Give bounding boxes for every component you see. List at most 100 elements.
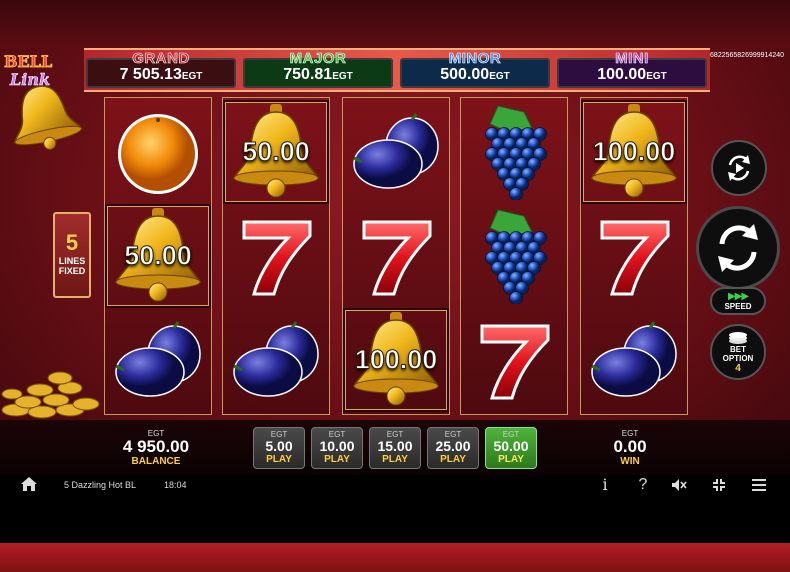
- jackpot-minor-name: MINOR: [448, 50, 502, 68]
- bet-amount: 15.00: [377, 438, 413, 454]
- help-icon[interactable]: ?: [634, 476, 652, 494]
- lines-fixed-badge: 5 LINES FIXED: [53, 212, 91, 298]
- jackpot-minor-value: 500.00EGT: [402, 66, 548, 84]
- jackpot-major-amount: 750.81: [283, 66, 333, 83]
- jackpot-grand-name: GRAND: [132, 50, 190, 68]
- grapes-symbol: [485, 209, 547, 304]
- bet-amount: 10.00: [319, 438, 355, 454]
- autoplay-button[interactable]: [711, 140, 767, 196]
- reel-3: 100.00: [342, 97, 450, 415]
- bet-option-label-2: OPTION: [722, 353, 754, 363]
- jackpot-mini: MINI 100.00EGT: [557, 50, 707, 88]
- home-icon[interactable]: [20, 475, 38, 493]
- reel-cell: [223, 204, 329, 308]
- bet-play-label: PLAY: [324, 454, 350, 465]
- autoplay-icon: [728, 155, 750, 181]
- coin-pile-icon: [1, 371, 100, 419]
- jackpot-minor-amount: 500.00: [440, 66, 490, 83]
- reel-4: [460, 97, 568, 415]
- lines-count: 5: [65, 230, 79, 255]
- reel-cell: 50.00: [223, 100, 329, 204]
- spin-button[interactable]: [696, 206, 780, 290]
- bell-value: 100.00: [592, 136, 676, 167]
- grapes-symbol: [485, 105, 547, 200]
- bell-value: 50.00: [242, 136, 311, 167]
- jackpot-grand-amount: 7 505.13: [119, 66, 182, 83]
- reel-cell: [461, 100, 567, 204]
- bet-option-label-1: BET: [730, 344, 746, 354]
- game-area: GRAND 7 505.13EGT MAJOR 750.81EGT MINOR …: [0, 0, 790, 475]
- chip-stack-icon: [729, 331, 747, 344]
- bet-button-5[interactable]: EGT 50.00 PLAY: [485, 427, 537, 469]
- jackpot-grand: GRAND 7 505.13EGT: [86, 50, 236, 88]
- bottom-strip: [0, 543, 790, 572]
- bet-option-button[interactable]: BET OPTION 4: [710, 324, 766, 380]
- speed-arrows-icon: ▶▶▶: [727, 291, 749, 302]
- logo-bell-icon: [14, 85, 83, 150]
- game-id: 6822565826999914240: [710, 52, 784, 59]
- balance-display: EGT 4 950.00 BALANCE: [110, 429, 202, 467]
- bell-value: 100.00: [354, 344, 438, 375]
- jackpot-grand-unit: EGT: [181, 71, 203, 82]
- bell-value: 50.00: [124, 240, 193, 271]
- bet-play-label: PLAY: [266, 454, 292, 465]
- reel-1: 50.00: [104, 97, 212, 415]
- info-icon[interactable]: i: [596, 476, 614, 494]
- reel-cell: 100.00: [343, 308, 449, 412]
- jackpot-minor-unit: EGT: [489, 71, 510, 82]
- clock: 18:04: [164, 480, 187, 490]
- reel-cell: [461, 308, 567, 412]
- reel-cell: [581, 308, 687, 412]
- plum-symbol: [233, 321, 319, 397]
- reel-5: 100.00: [580, 97, 688, 415]
- reel-cell: 100.00: [581, 100, 687, 204]
- balance-label: BALANCE: [131, 456, 181, 467]
- mute-icon[interactable]: [670, 476, 688, 494]
- jackpot-minor: MINOR 500.00EGT: [400, 50, 550, 88]
- speed-label: SPEED: [724, 302, 752, 311]
- bet-amount: 50.00: [493, 438, 529, 454]
- jackpot-mini-value: 100.00EGT: [559, 66, 705, 84]
- jackpot-mini-unit: EGT: [646, 71, 667, 82]
- reel-cell: [343, 100, 449, 204]
- bet-play-label: PLAY: [382, 454, 408, 465]
- reel-cell: [105, 100, 211, 204]
- fullscreen-icon[interactable]: [710, 476, 728, 494]
- win-label: WIN: [620, 456, 640, 467]
- plum-symbol: [115, 321, 201, 397]
- plum-symbol: [353, 113, 439, 189]
- reel-cell: 50.00: [105, 204, 211, 308]
- seven-symbol: [600, 220, 670, 296]
- jackpot-major: MAJOR 750.81EGT: [243, 50, 393, 88]
- reel-cell: [105, 308, 211, 412]
- bet-amount: 25.00: [435, 438, 471, 454]
- speed-button[interactable]: ▶▶▶ SPEED: [710, 287, 766, 315]
- bet-button-4[interactable]: EGT 25.00 PLAY: [427, 427, 479, 469]
- reel-cell: [343, 204, 449, 308]
- reel-2: 50.00: [222, 97, 330, 415]
- bet-button-1[interactable]: EGT 5.00 PLAY: [253, 427, 305, 469]
- reel-cell: [581, 204, 687, 308]
- plum-symbol: [591, 321, 677, 397]
- jackpot-major-unit: EGT: [332, 71, 353, 82]
- jackpot-mini-name: MINI: [615, 50, 649, 68]
- bet-button-3[interactable]: EGT 15.00 PLAY: [369, 427, 421, 469]
- menu-icon[interactable]: [750, 476, 768, 494]
- win-value: 0.00: [613, 437, 647, 456]
- seven-symbol: [242, 220, 312, 296]
- system-bar: 5 Dazzling Hot BL 18:04 i ?: [0, 475, 790, 495]
- bet-button-2[interactable]: EGT 10.00 PLAY: [311, 427, 363, 469]
- spin-icon: [718, 224, 758, 272]
- fixed-label: FIXED: [58, 266, 86, 276]
- bet-amount: 5.00: [265, 438, 293, 454]
- reel-cell: [223, 308, 329, 412]
- lines-label: LINES: [58, 256, 86, 266]
- orange-symbol: [118, 114, 198, 194]
- win-display: EGT 0.00 WIN: [600, 429, 660, 467]
- bet-option-value: 4: [735, 362, 741, 374]
- jackpot-major-name: MAJOR: [289, 50, 347, 68]
- game-name: 5 Dazzling Hot BL: [64, 480, 137, 490]
- bet-play-label: PLAY: [498, 454, 524, 465]
- bet-play-label: PLAY: [440, 454, 466, 465]
- jackpot-mini-amount: 100.00: [597, 66, 647, 83]
